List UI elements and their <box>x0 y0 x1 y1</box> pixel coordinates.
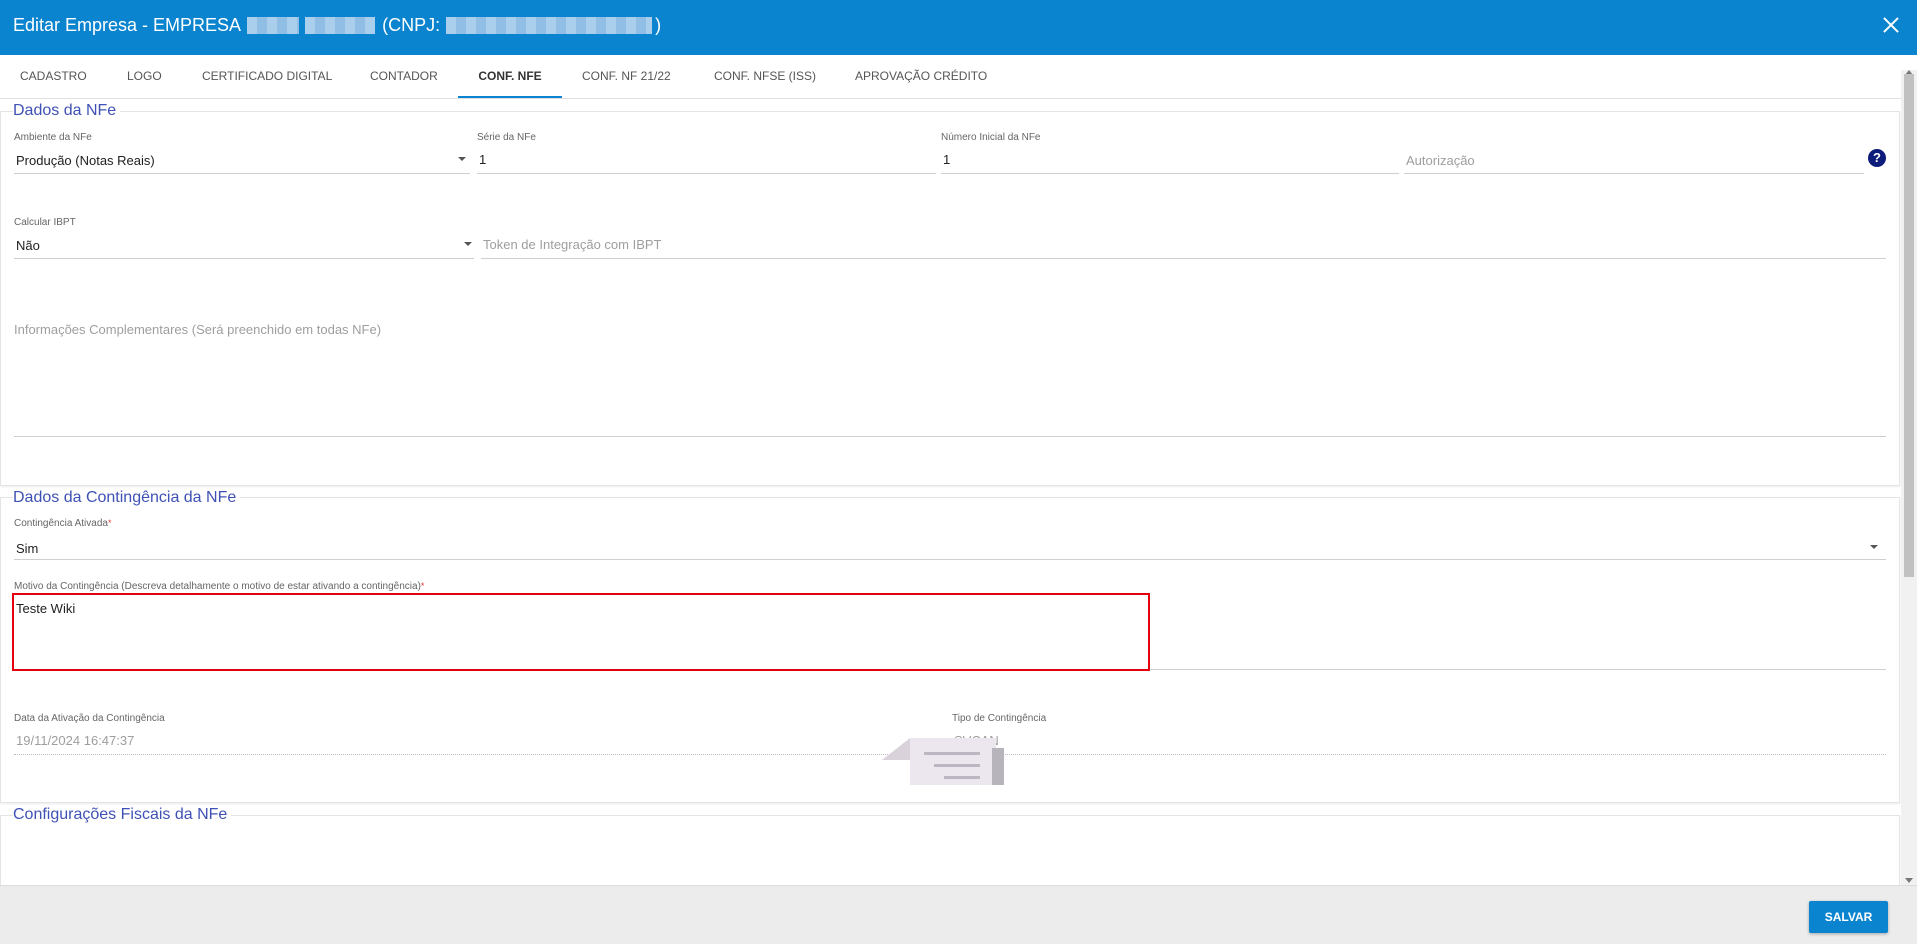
tab-bar: CADASTRO LOGO CERTIFICADO DIGITAL CONTAD… <box>0 55 1917 99</box>
field-underline <box>1404 173 1864 174</box>
autorizacao-field[interactable]: Autorização <box>1404 132 1864 174</box>
token-ibpt-field[interactable]: Token de Integração com IBPT <box>481 217 1886 259</box>
data-ativacao-value: 19/11/2024 16:47:37 <box>16 733 135 748</box>
field-underline <box>14 436 1886 437</box>
tipo-contingencia-label: Tipo de Contingência <box>952 713 1047 724</box>
tipo-contingencia-field: Tipo de Contingência SVCAN <box>952 713 1886 755</box>
field-underline <box>14 173 470 174</box>
field-underline <box>14 754 942 755</box>
data-ativacao-label: Data da Ativação da Contingência <box>14 713 165 724</box>
required-mark: * <box>420 581 425 591</box>
field-underline <box>481 258 1886 259</box>
scroll-down-icon[interactable] <box>1905 878 1913 883</box>
required-mark: * <box>107 518 112 528</box>
serie-nfe-label: Série da NFe <box>477 132 536 143</box>
numero-inicial-nfe-field[interactable]: Número Inicial da NFe 1 <box>941 132 1399 174</box>
content-scrollbar[interactable] <box>1901 70 1917 885</box>
document-illustration-icon <box>882 738 1004 785</box>
field-underline <box>14 258 474 259</box>
ambiente-nfe-label: Ambiente da NFe <box>14 132 92 143</box>
section-title-contingencia: Dados da Contingência da NFe <box>13 489 241 507</box>
save-button[interactable]: SALVAR <box>1809 901 1888 933</box>
field-underline <box>477 173 936 174</box>
section-title-configuracoes-fiscais: Configurações Fiscais da NFe <box>13 806 232 824</box>
tab-conf-nf-21-22[interactable]: CONF. NF 21/22 <box>582 55 671 98</box>
serie-nfe-value: 1 <box>479 152 487 167</box>
help-icon[interactable]: ? <box>1868 149 1886 167</box>
field-underline <box>952 754 1886 755</box>
ambiente-nfe-select[interactable]: Ambiente da NFe Produção (Notas Reais) <box>14 132 470 174</box>
data-ativacao-field: Data da Ativação da Contingência 19/11/2… <box>14 713 942 755</box>
redacted-cnpj <box>446 17 653 34</box>
field-underline <box>14 669 1886 670</box>
dialog-title: Editar Empresa - EMPRESA (CNPJ: ) <box>13 15 661 36</box>
motivo-contingencia-label: Motivo da Contingência (Descreva detalha… <box>14 581 424 592</box>
dialog-title-prefix: Editar Empresa - EMPRESA <box>13 15 242 35</box>
dialog-title-cnpj-close: ) <box>655 15 662 35</box>
motivo-contingencia-label-text: Motivo da Contingência (Descreva detalha… <box>14 581 421 592</box>
redacted-company-name-part1 <box>247 17 300 34</box>
tab-aprovacao-credito[interactable]: APROVAÇÃO CRÉDITO <box>855 55 987 98</box>
tab-contador[interactable]: CONTADOR <box>370 55 438 98</box>
chevron-down-icon <box>1870 545 1878 549</box>
tab-conf-nfse-iss[interactable]: CONF. NFSE (ISS) <box>714 55 816 98</box>
chevron-down-icon <box>464 242 472 246</box>
contingencia-ativada-label: Contingência Ativada* <box>14 518 111 529</box>
numero-inicial-nfe-label: Número Inicial da NFe <box>941 132 1041 143</box>
dialog-title-bar: Editar Empresa - EMPRESA (CNPJ: ) <box>0 0 1917 55</box>
section-title-dados-nfe: Dados da NFe <box>13 102 121 120</box>
motivo-contingencia-textarea[interactable]: Motivo da Contingência (Descreva detalha… <box>14 581 1886 670</box>
calcular-ibpt-value: Não <box>16 238 40 253</box>
dialog-title-cnpj-label: (CNPJ: <box>382 15 441 35</box>
motivo-contingencia-value: Teste Wiki <box>16 601 76 616</box>
close-icon[interactable] <box>1880 14 1902 36</box>
tab-certificado-digital[interactable]: CERTIFICADO DIGITAL <box>202 55 332 98</box>
panel-configuracoes-fiscais <box>0 815 1900 895</box>
tab-logo[interactable]: LOGO <box>127 55 162 98</box>
scrollbar-thumb[interactable] <box>1904 74 1914 577</box>
autorizacao-placeholder: Autorização <box>1406 153 1475 168</box>
field-underline <box>14 559 1886 560</box>
calcular-ibpt-select[interactable]: Calcular IBPT Não <box>14 217 474 259</box>
numero-inicial-nfe-value: 1 <box>943 152 951 167</box>
dialog-footer: SALVAR <box>0 885 1917 944</box>
contingencia-ativada-value: Sim <box>16 541 39 556</box>
info-complementares-textarea[interactable]: Informações Complementares (Será preench… <box>14 320 1886 438</box>
redacted-company-name-part2 <box>305 17 376 34</box>
tab-cadastro[interactable]: CADASTRO <box>20 55 87 98</box>
info-complementares-placeholder: Informações Complementares (Será preench… <box>14 322 382 337</box>
ambiente-nfe-value: Produção (Notas Reais) <box>16 153 155 168</box>
chevron-down-icon <box>458 157 466 161</box>
calcular-ibpt-label: Calcular IBPT <box>14 217 76 228</box>
tab-conf-nfe[interactable]: CONF. NFE <box>458 55 562 98</box>
serie-nfe-field[interactable]: Série da NFe 1 <box>477 132 936 174</box>
contingencia-ativada-select[interactable]: Contingência Ativada* Sim <box>14 518 1886 560</box>
token-ibpt-placeholder: Token de Integração com IBPT <box>483 237 662 252</box>
field-underline <box>941 173 1399 174</box>
contingencia-ativada-label-text: Contingência Ativada <box>14 518 108 529</box>
